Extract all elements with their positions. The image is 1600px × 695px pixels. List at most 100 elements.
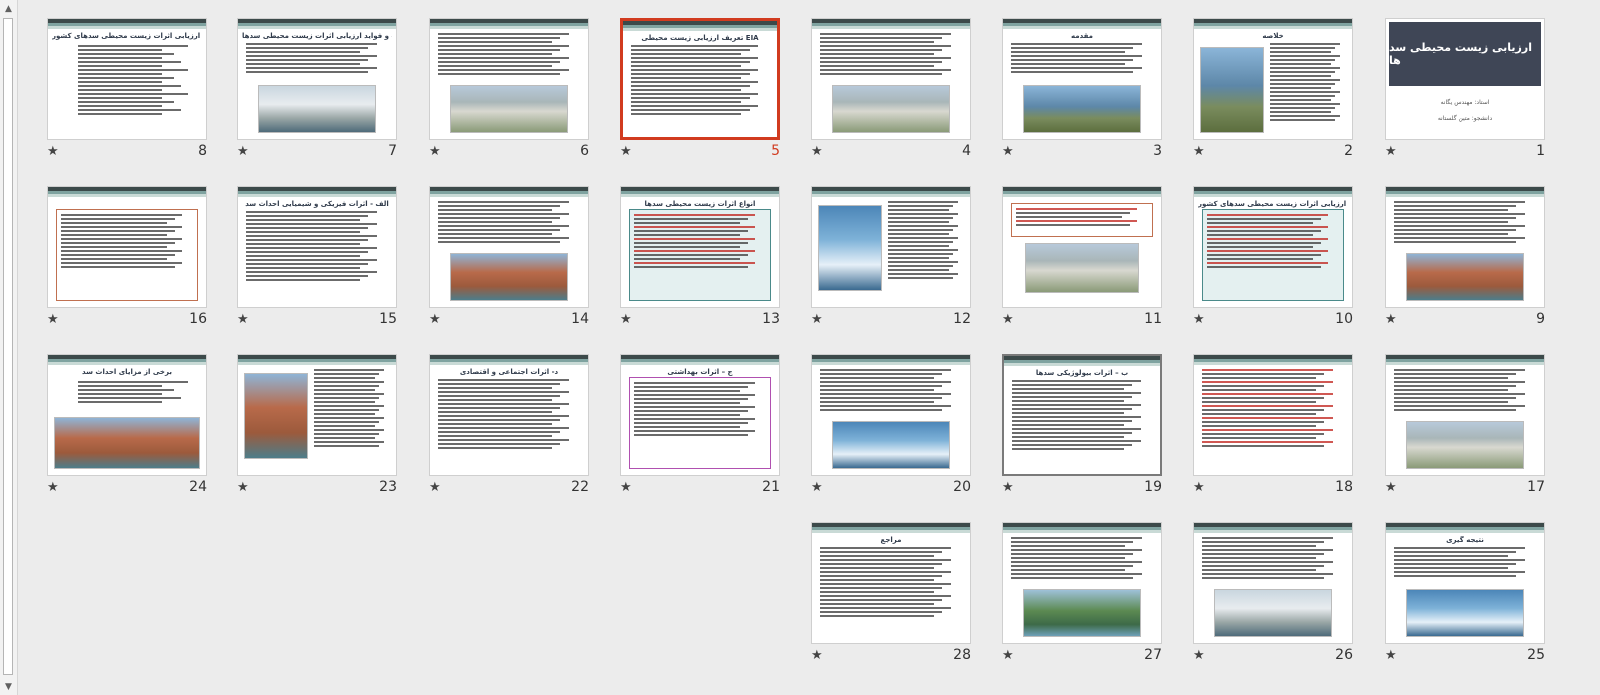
slide-preview[interactable] <box>1385 354 1545 476</box>
transition-star-icon[interactable]: ★ <box>1002 313 1014 327</box>
text-line <box>631 53 742 55</box>
scroll-down-icon[interactable]: ▼ <box>0 678 17 695</box>
slide-preview[interactable] <box>1193 522 1353 644</box>
slide-preview[interactable]: خلاصه <box>1193 18 1353 140</box>
scroll-up-icon[interactable]: ▲ <box>0 0 17 17</box>
transition-star-icon[interactable]: ★ <box>811 145 823 159</box>
slide-number: 8 <box>198 143 207 159</box>
transition-star-icon[interactable]: ★ <box>47 145 59 159</box>
slide-preview[interactable] <box>429 18 589 140</box>
text-line <box>1012 420 1133 422</box>
transition-star-icon[interactable]: ★ <box>1002 481 1014 495</box>
text-line <box>314 429 384 431</box>
slide-thumbnail-6[interactable]: ★ 6 <box>429 18 589 170</box>
slide-thumbnail-16[interactable]: ★ 16 <box>47 186 207 338</box>
slide-thumbnail-21[interactable]: ج – اثرات بهداشتی ★ 21 <box>620 354 780 506</box>
slide-thumbnail-3[interactable]: مقدمه ★ 3 <box>1002 18 1162 170</box>
transition-star-icon[interactable]: ★ <box>620 481 632 495</box>
transition-star-icon[interactable]: ★ <box>811 481 823 495</box>
transition-star-icon[interactable]: ★ <box>1193 481 1205 495</box>
slide-preview[interactable] <box>811 186 971 308</box>
slide-preview[interactable] <box>1002 522 1162 644</box>
transition-star-icon[interactable]: ★ <box>1193 145 1205 159</box>
slide-thumbnail-25[interactable]: نتیجه گیری ★ 25 <box>1385 522 1545 674</box>
text-line <box>1011 63 1125 65</box>
transition-star-icon[interactable]: ★ <box>1002 145 1014 159</box>
slide-preview[interactable] <box>811 354 971 476</box>
transition-star-icon[interactable]: ★ <box>429 145 441 159</box>
transition-star-icon[interactable]: ★ <box>1385 313 1397 327</box>
slide-preview[interactable]: الف - اثرات فیزیکی و شیمیایی احداث سد <box>237 186 397 308</box>
slide-thumbnail-17[interactable]: ★ 17 <box>1385 354 1545 506</box>
transition-star-icon[interactable]: ★ <box>811 313 823 327</box>
transition-star-icon[interactable]: ★ <box>237 481 249 495</box>
slide-thumbnail-20[interactable]: ★ 20 <box>811 354 971 506</box>
transition-star-icon[interactable]: ★ <box>237 145 249 159</box>
slide-preview[interactable] <box>237 354 397 476</box>
transition-star-icon[interactable]: ★ <box>429 313 441 327</box>
slide-preview[interactable] <box>1193 354 1353 476</box>
slide-preview[interactable]: نتیجه گیری <box>1385 522 1545 644</box>
slide-thumbnail-7[interactable]: اهداف ، ضرورت و فواید ارزیابی اثرات زیست… <box>237 18 397 170</box>
transition-star-icon[interactable]: ★ <box>47 313 59 327</box>
slide-preview[interactable] <box>1002 186 1162 308</box>
slide-preview[interactable]: ارزیابی زیست محیطی سد ها استاد: مهندس یگا… <box>1385 18 1545 140</box>
slide-preview[interactable]: اهداف ، ضرورت و فواید ارزیابی اثرات زیست… <box>237 18 397 140</box>
transition-star-icon[interactable]: ★ <box>620 145 632 159</box>
slide-body-text <box>246 43 388 75</box>
slide-preview[interactable]: ج – اثرات بهداشتی <box>620 354 780 476</box>
slide-preview[interactable]: ب – اثرات بیولوژیکی سدها <box>1002 354 1162 476</box>
slide-preview[interactable]: محدودیتهای ارزیابی اثرات زیست محیطی سدها… <box>47 18 207 140</box>
text-line <box>888 261 958 263</box>
slide-header-band <box>1386 187 1544 197</box>
slide-thumbnail-18[interactable]: ★ 18 <box>1193 354 1353 506</box>
slide-thumbnail-5[interactable]: تعریف ارزیابی زیست محیطی EIA ★ 5 <box>620 18 780 170</box>
transition-star-icon[interactable]: ★ <box>1193 313 1205 327</box>
slide-preview[interactable]: مشکلات ارزیابی اثرات زیست محیطی سدهای کش… <box>1193 186 1353 308</box>
transition-star-icon[interactable]: ★ <box>237 313 249 327</box>
transition-star-icon[interactable]: ★ <box>1385 145 1397 159</box>
slide-preview[interactable] <box>811 18 971 140</box>
slide-preview[interactable]: مراجع <box>811 522 971 644</box>
slide-preview[interactable] <box>1385 186 1545 308</box>
slide-thumbnail-14[interactable]: ★ 14 <box>429 186 589 338</box>
transition-star-icon[interactable]: ★ <box>1385 649 1397 663</box>
slide-preview[interactable] <box>429 186 589 308</box>
slide-thumbnail-13[interactable]: انواع اثرات زیست محیطی سدها ★ 13 <box>620 186 780 338</box>
slide-preview[interactable]: مقدمه <box>1002 18 1162 140</box>
slide-thumbnail-27[interactable]: ★ 27 <box>1002 522 1162 674</box>
slide-thumbnail-1[interactable]: ارزیابی زیست محیطی سد ها استاد: مهندس یگا… <box>1385 18 1545 170</box>
scroll-thumb[interactable] <box>3 18 13 675</box>
slide-thumbnail-4[interactable]: ★ 4 <box>811 18 971 170</box>
slide-thumbnail-28[interactable]: مراجع ★ 28 <box>811 522 971 674</box>
text-line <box>1202 537 1333 539</box>
slide-preview[interactable] <box>47 186 207 308</box>
slide-thumbnail-15[interactable]: الف - اثرات فیزیکی و شیمیایی احداث سد ★ 15 <box>237 186 397 338</box>
transition-star-icon[interactable]: ★ <box>47 481 59 495</box>
slide-thumbnail-26[interactable]: ★ 26 <box>1193 522 1353 674</box>
slide-thumbnail-24[interactable]: برخی از مزایای احداث سد ★ 24 <box>47 354 207 506</box>
slide-thumbnail-23[interactable]: ★ 23 <box>237 354 397 506</box>
slide-thumbnail-2[interactable]: خلاصه ★ 2 <box>1193 18 1353 170</box>
transition-star-icon[interactable]: ★ <box>811 649 823 663</box>
slide-thumbnail-9[interactable]: ★ 9 <box>1385 186 1545 338</box>
transition-star-icon[interactable]: ★ <box>429 481 441 495</box>
text-line <box>634 234 740 236</box>
text-line <box>314 389 375 391</box>
slide-preview[interactable]: تعریف ارزیابی زیست محیطی EIA <box>620 18 780 140</box>
slide-thumbnail-19[interactable]: ب – اثرات بیولوژیکی سدها ★ 19 <box>1002 354 1162 506</box>
text-line <box>1270 67 1340 69</box>
transition-star-icon[interactable]: ★ <box>620 313 632 327</box>
slide-thumbnail-10[interactable]: مشکلات ارزیابی اثرات زیست محیطی سدهای کش… <box>1193 186 1353 338</box>
transition-star-icon[interactable]: ★ <box>1002 649 1014 663</box>
slide-thumbnail-8[interactable]: محدودیتهای ارزیابی اثرات زیست محیطی سدها… <box>47 18 207 170</box>
slide-thumbnail-11[interactable]: ★ 11 <box>1002 186 1162 338</box>
slide-preview[interactable]: برخی از مزایای احداث سد <box>47 354 207 476</box>
transition-star-icon[interactable]: ★ <box>1193 649 1205 663</box>
vertical-scrollbar[interactable]: ▲ ▼ <box>0 0 18 695</box>
slide-thumbnail-22[interactable]: د- اثرات اجتماعی و اقتصادی ★ 22 <box>429 354 589 506</box>
slide-preview[interactable]: د- اثرات اجتماعی و اقتصادی <box>429 354 589 476</box>
slide-thumbnail-12[interactable]: ★ 12 <box>811 186 971 338</box>
slide-preview[interactable]: انواع اثرات زیست محیطی سدها <box>620 186 780 308</box>
transition-star-icon[interactable]: ★ <box>1385 481 1397 495</box>
